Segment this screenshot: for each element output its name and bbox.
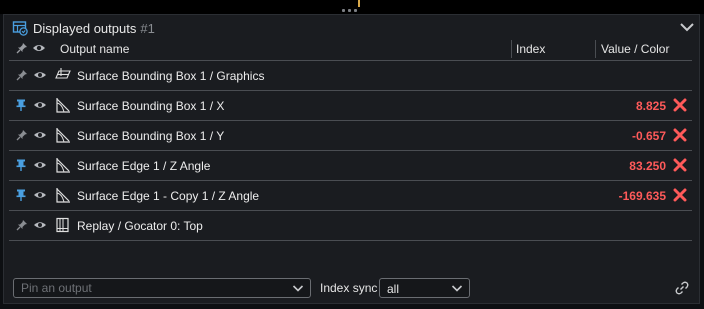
output-row[interactable]: Surface Edge 1 / Z Angle 83.250 xyxy=(9,151,692,181)
output-name: Surface Bounding Box 1 / Y xyxy=(77,129,225,143)
column-header: Output name Index Value / Color xyxy=(9,39,692,61)
angle-measure-icon xyxy=(55,127,71,143)
output-name: Surface Edge 1 / Z Angle xyxy=(77,159,211,173)
displayed-outputs-panel: Displayed outputs #1 Output name Index V… xyxy=(3,14,700,304)
index-sync-select[interactable]: all xyxy=(379,278,470,298)
plane-icon xyxy=(55,67,71,83)
output-row[interactable]: Surface Edge 1 - Copy 1 / Z Angle -169.63… xyxy=(9,181,692,211)
index-sync-label: Index sync xyxy=(320,281,378,295)
column-divider[interactable] xyxy=(511,40,512,58)
close-icon[interactable] xyxy=(673,98,687,112)
pin-icon-pinned[interactable] xyxy=(16,189,26,201)
column-output-name: Output name xyxy=(60,42,130,56)
eye-icon[interactable] xyxy=(33,130,47,140)
table-refresh-icon xyxy=(12,21,28,36)
close-icon[interactable] xyxy=(673,128,687,142)
eye-icon[interactable] xyxy=(33,220,47,230)
output-name: Replay / Gocator 0: Top xyxy=(77,219,203,233)
eye-icon[interactable] xyxy=(33,70,47,80)
output-row[interactable]: Replay / Gocator 0: Top xyxy=(9,211,692,241)
output-value: -169.635 xyxy=(618,189,666,203)
pin-icon[interactable] xyxy=(16,219,28,231)
visibility-column-icon xyxy=(33,45,45,51)
output-value: -0.657 xyxy=(631,129,666,143)
bottom-bar: Index sync all xyxy=(9,277,692,301)
panel-title-text: Displayed outputs xyxy=(33,20,137,36)
chevron-down-icon[interactable] xyxy=(678,18,696,36)
output-name: Surface Bounding Box 1 / Graphics xyxy=(77,69,265,83)
angle-measure-icon xyxy=(55,187,71,203)
chevron-down-icon xyxy=(451,285,463,292)
index-sync-value: all xyxy=(387,282,400,296)
eye-icon[interactable] xyxy=(33,160,47,170)
drag-handle[interactable] xyxy=(342,9,360,13)
close-icon[interactable] xyxy=(673,158,687,172)
output-row[interactable]: Surface Bounding Box 1 / X 8.825 xyxy=(9,91,692,121)
close-icon[interactable] xyxy=(673,188,687,202)
column-value-color: Value / Color xyxy=(601,42,670,56)
pin-column-icon xyxy=(16,43,27,54)
grid-frame-icon xyxy=(55,217,71,233)
link-icon[interactable] xyxy=(675,281,689,295)
column-divider[interactable] xyxy=(595,40,596,58)
output-row[interactable]: Surface Bounding Box 1 / Graphics xyxy=(9,61,692,91)
angle-measure-icon xyxy=(55,97,71,113)
pin-icon-pinned[interactable] xyxy=(16,159,26,171)
panel-title: Displayed outputs #1 xyxy=(12,20,155,36)
angle-measure-icon xyxy=(55,157,71,173)
pin-icon[interactable] xyxy=(16,129,28,141)
pin-output-input[interactable] xyxy=(14,279,291,297)
eye-icon[interactable] xyxy=(33,100,47,110)
output-list: Surface Bounding Box 1 / Graphics Surface… xyxy=(9,61,692,241)
output-name: Surface Bounding Box 1 / X xyxy=(77,99,225,113)
pin-output-combobox[interactable] xyxy=(13,278,311,298)
pin-icon[interactable] xyxy=(16,69,28,81)
eye-icon[interactable] xyxy=(33,190,47,200)
output-value: 8.825 xyxy=(635,99,666,113)
pin-icon-pinned[interactable] xyxy=(16,99,26,111)
column-index: Index xyxy=(516,42,546,56)
output-name: Surface Edge 1 - Copy 1 / Z Angle xyxy=(77,189,260,203)
output-row[interactable]: Surface Bounding Box 1 / Y -0.657 xyxy=(9,121,692,151)
chevron-down-icon[interactable] xyxy=(292,282,304,294)
panel-title-number: #1 xyxy=(140,20,155,36)
timeline-marker xyxy=(358,0,360,7)
output-value: 83.250 xyxy=(629,159,666,173)
